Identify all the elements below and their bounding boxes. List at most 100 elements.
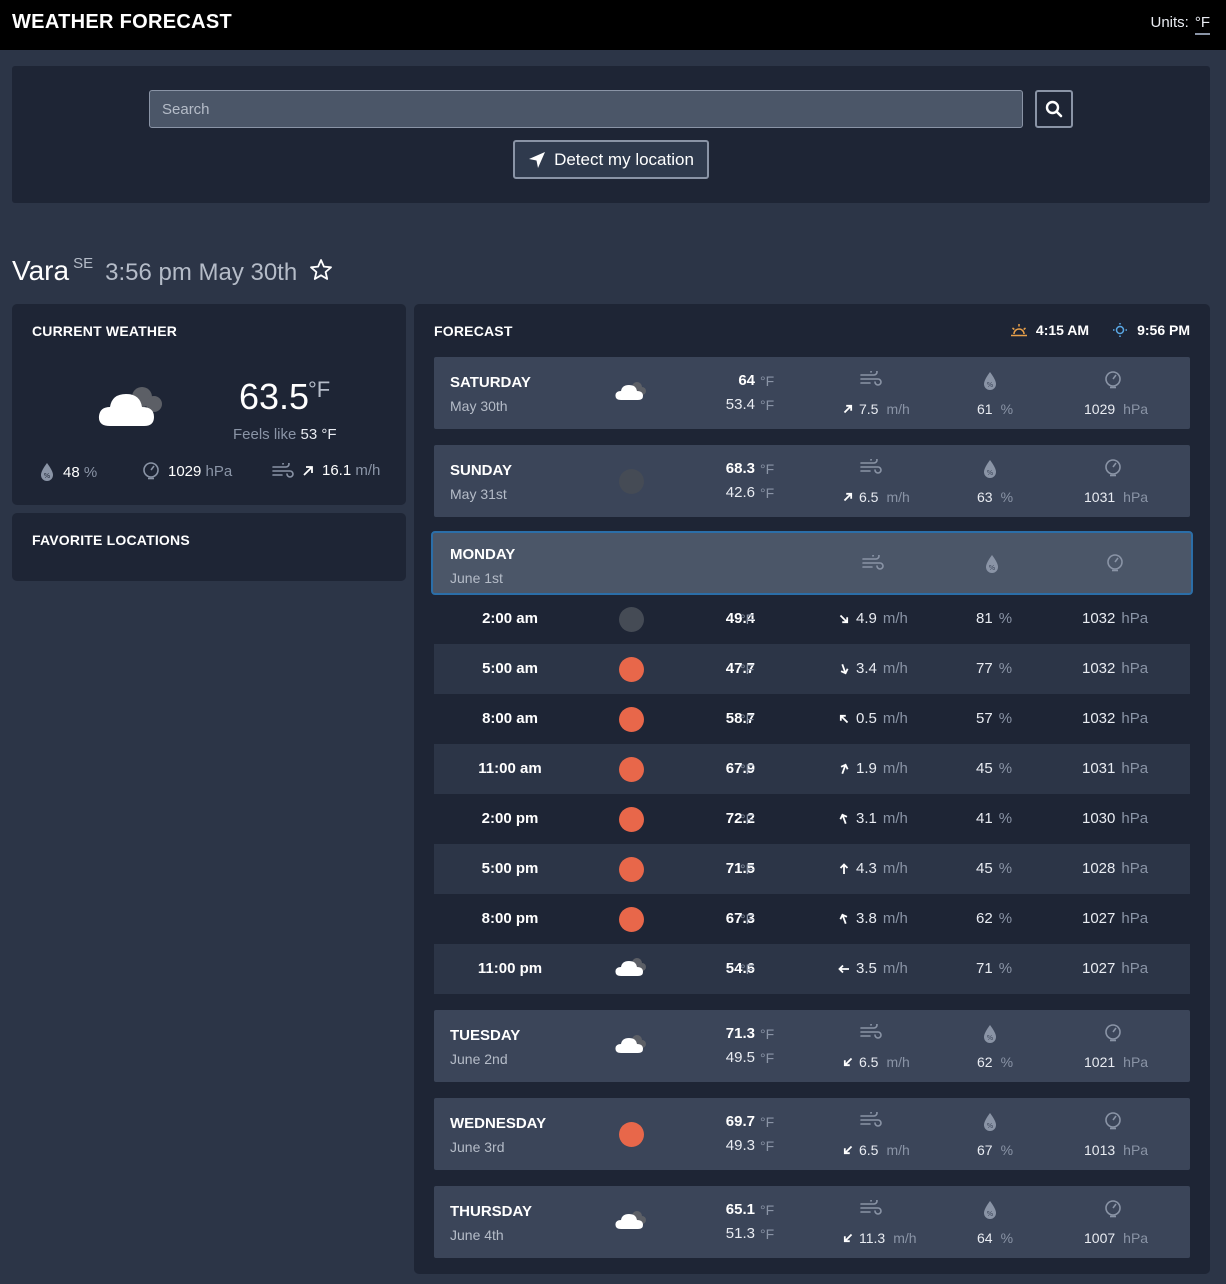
forecast-day-row[interactable]: SATURDAY May 30th 64 °F 53.4 °F% 7.5 m/h 61% 1029… [434, 357, 1190, 429]
wind-value: 3.1 m/h [838, 810, 908, 827]
hour-temp-unit: °F [740, 961, 755, 977]
pressure-unit: hPa [1121, 760, 1149, 777]
humidity-percent: 67 [977, 1142, 993, 1158]
temp-low-unit: °F [760, 397, 775, 413]
wind-value: 6.5 m/h [842, 1142, 910, 1158]
wind-speed: 1.9 [856, 760, 877, 777]
wind-speed: 3.4 [856, 660, 877, 677]
day-date: May 30th [450, 398, 508, 414]
humidity-percent: 71 [976, 960, 993, 977]
current-stats: % 48 % 1029 hPa 16.1 m/h [12, 462, 406, 486]
sun-icon [618, 656, 644, 682]
moon-icon [618, 606, 644, 632]
wind-unit: m/h [882, 760, 908, 777]
pressure-value: 1031 hPa [1082, 760, 1148, 777]
hourly-row: 8:00 am 58.7 °F 0.5 m/h 57% 1032 hPa [434, 694, 1190, 744]
temp-low: 49.3 [725, 1137, 755, 1154]
wind-value: 4.3 m/h [838, 860, 908, 877]
wind-unit: m/h [882, 960, 908, 977]
sun-icon [618, 906, 644, 932]
wind-direction-icon [843, 1145, 853, 1155]
hourly-row: 2:00 am 49.4 °F 4.9 m/h 81% 1032 hPa [434, 594, 1190, 644]
pressure-hpa: 1028 [1082, 860, 1116, 877]
country-code: SE [73, 255, 94, 272]
sun-icon [618, 806, 644, 832]
pressure-unit: hPa [1121, 610, 1149, 627]
forecast-day-row[interactable]: TUESDAY June 2nd 71.3 °F 49.5 °F% 6.5 m/h 62% 102… [434, 1010, 1190, 1082]
hourly-row: 2:00 pm 72.2 °F 3.1 m/h 41% 1030 hPa [434, 794, 1190, 844]
pressure-unit: hPa [1121, 710, 1149, 727]
pressure-unit: hPa [1123, 489, 1149, 505]
humidity-icon: % [982, 1112, 998, 1137]
detect-location-button[interactable]: Detect my location [513, 140, 709, 179]
forecast-day-row[interactable]: WEDNESDAY June 3rd 69.7 °F 49.3 °F% 6.5 m/h 67% 1… [434, 1098, 1190, 1170]
day-date: June 3rd [450, 1139, 505, 1155]
humidity-unit: % [1000, 1142, 1014, 1158]
pressure-hpa: 1013 [1084, 1142, 1116, 1158]
humidity-value: 45% [976, 860, 1012, 877]
pressure-unit: hPa [1121, 910, 1149, 927]
search-button[interactable] [1035, 90, 1073, 128]
current-wind-value: 16.1 [322, 462, 352, 479]
search-input[interactable] [149, 90, 1023, 128]
hour-time: 8:00 pm [481, 910, 539, 927]
wind-icon [860, 1109, 882, 1133]
feels-like: Feels like 53 °F [233, 426, 337, 443]
wind-unit: m/h [886, 1142, 910, 1158]
hourly-row: 5:00 am 47.7 °F 3.4 m/h 77% 1032 hPa [434, 644, 1190, 694]
current-humidity: % 48 % [39, 462, 97, 482]
temp-low: 53.4 [725, 396, 755, 413]
wind-direction-icon [843, 492, 853, 502]
units-value[interactable]: °F [1194, 14, 1210, 35]
pressure-hpa: 1030 [1082, 810, 1116, 827]
forecast-day-row-expanded[interactable]: MONDAY June 1st% [431, 531, 1193, 595]
favorite-star-icon[interactable] [309, 258, 333, 287]
wind-direction-icon [839, 862, 849, 874]
temp-low: 49.5 [725, 1049, 755, 1066]
wind-speed: 3.1 [856, 810, 877, 827]
hour-time: 2:00 pm [481, 810, 539, 827]
temp-high-unit: °F [760, 461, 775, 477]
wind-icon [860, 1021, 882, 1045]
forecast-day-row[interactable]: THURSDAY June 4th 65.1 °F 51.3 °F% 11.3 m/h 64% 1… [434, 1186, 1190, 1258]
hourly-row: 11:00 am 67.9 °F 1.9 m/h 45% 1031 hPa [434, 744, 1190, 794]
humidity-percent: 61 [977, 401, 993, 417]
pressure-gauge-icon [1104, 1200, 1122, 1223]
pressure-value: 1028 hPa [1082, 860, 1148, 877]
wind-unit: m/h [882, 660, 908, 677]
wind-value: 3.5 m/h [838, 960, 908, 977]
wind-direction-icon [839, 614, 849, 623]
top-bar: WEATHER FORECAST Units: °F [0, 0, 1226, 50]
pressure-value: 1027 hPa [1082, 960, 1148, 977]
pressure-value: 1032 hPa [1082, 610, 1148, 627]
hour-temp-unit: °F [740, 911, 755, 927]
units-label: Units: [1150, 14, 1189, 31]
pressure-unit: hPa [1121, 960, 1149, 977]
current-humidity-unit: % [83, 463, 98, 481]
pressure-unit: hPa [1121, 860, 1149, 877]
wind-icon [860, 368, 882, 392]
humidity-icon: % [982, 1200, 998, 1225]
units-selector[interactable]: Units: °F [1150, 14, 1210, 35]
pressure-hpa: 1032 [1082, 660, 1116, 677]
wind-unit: m/h [886, 489, 910, 505]
humidity-unit: % [1000, 1054, 1014, 1070]
wind-value: 6.5 m/h [842, 1054, 910, 1070]
pressure-hpa: 1031 [1082, 760, 1116, 777]
humidity-unit: % [998, 710, 1013, 727]
forecast-day-row[interactable]: SUNDAY May 31st 68.3 °F 42.6 °F% 6.5 m/h 63% 1031… [434, 445, 1190, 517]
wind-speed: 7.5 [859, 401, 879, 417]
wind-unit: m/h [882, 860, 908, 877]
humidity-icon: % [982, 1024, 998, 1049]
favorite-locations-card: FAVORITE LOCATIONS [12, 513, 406, 581]
day-name: THURSDAY [450, 1203, 532, 1220]
pressure-value: 1029 hPa [1084, 401, 1148, 417]
wind-direction-icon [839, 813, 848, 824]
wind-direction-icon [839, 913, 848, 924]
pressure-value: 1030 hPa [1082, 810, 1148, 827]
temp-low-unit: °F [760, 1226, 775, 1242]
svg-text:%: % [987, 1034, 994, 1042]
pressure-hpa: 1032 [1082, 610, 1116, 627]
humidity-value: 77% [976, 660, 1012, 677]
humidity-unit: % [1000, 1230, 1014, 1246]
